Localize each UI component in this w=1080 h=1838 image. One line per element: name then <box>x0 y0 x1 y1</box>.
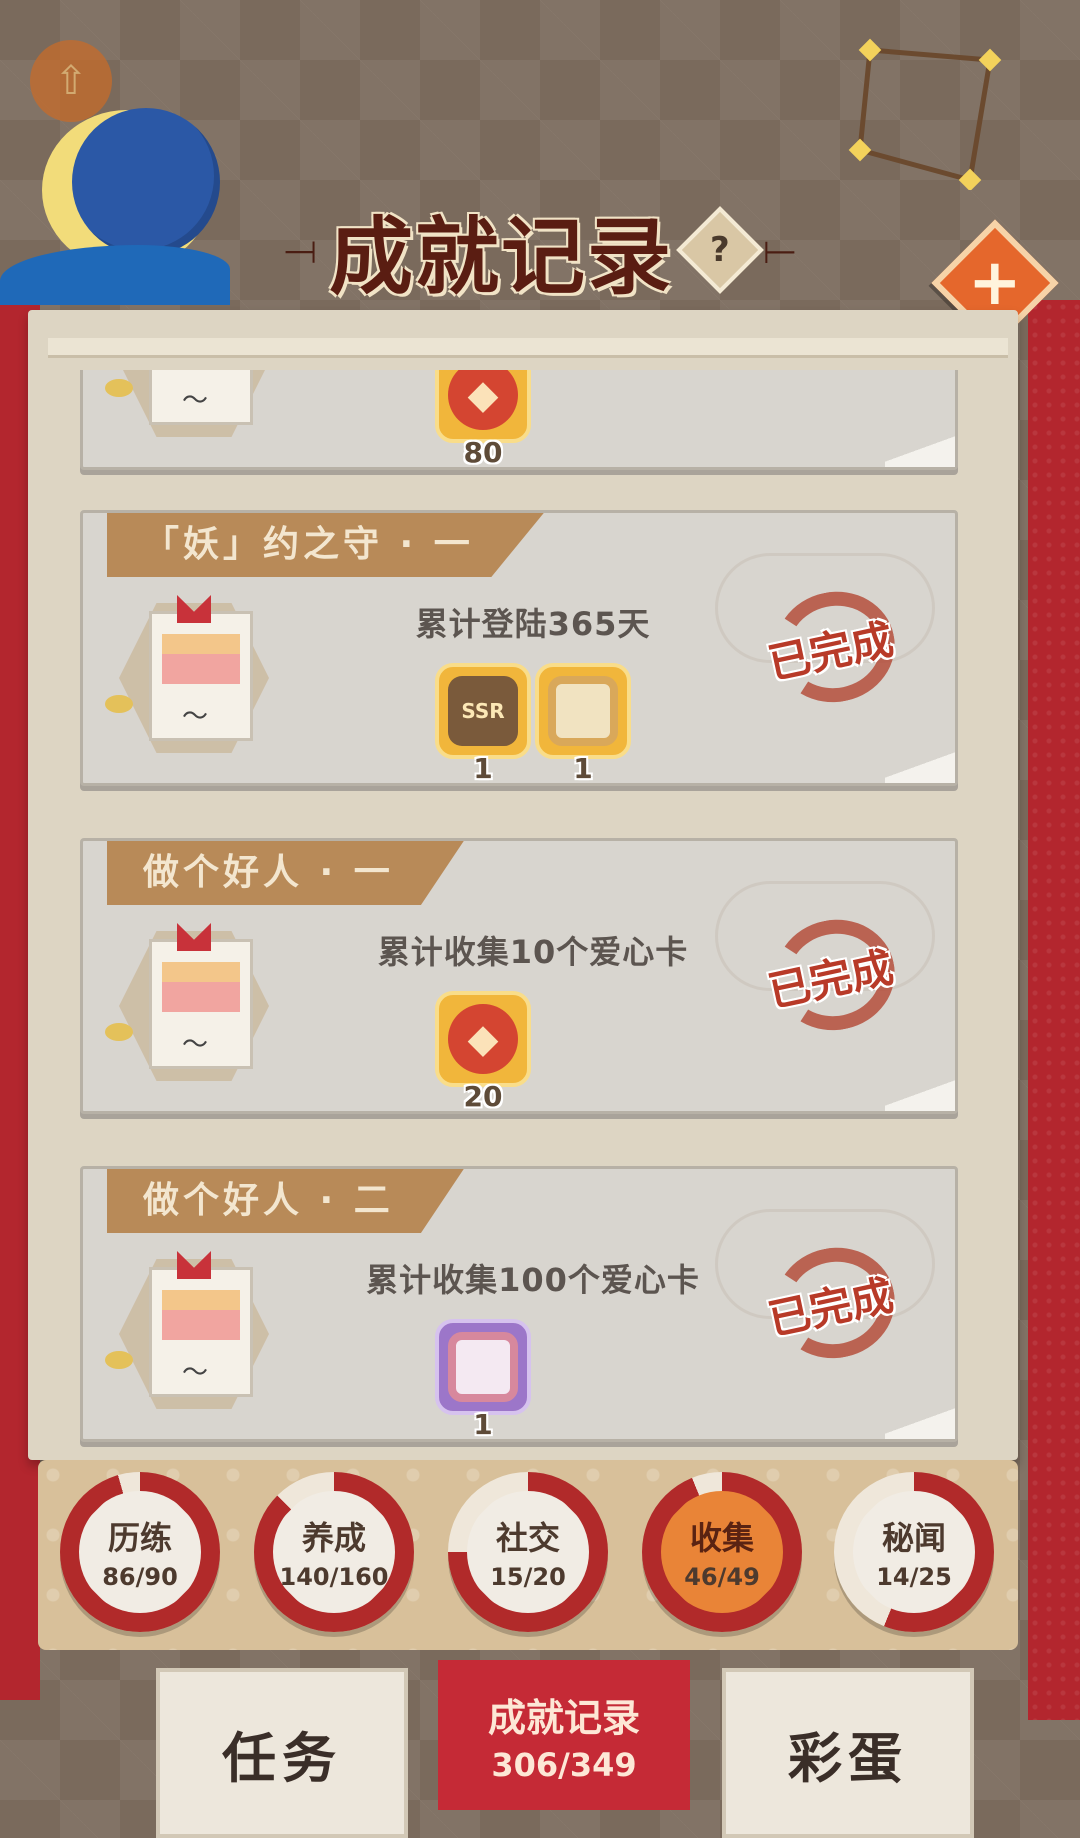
scroll-icon <box>105 1239 269 1419</box>
tab-label: 成就记录 <box>487 1695 640 1740</box>
tab-achievements[interactable]: 成就记录 306/349 <box>438 1660 690 1810</box>
tab-label: 任务 <box>222 1725 342 1790</box>
scroll-icon <box>105 370 269 447</box>
reward-item[interactable]: 1 <box>435 1319 531 1441</box>
reward-item[interactable]: ◆ 20 <box>435 991 531 1113</box>
category-count: 15/20 <box>490 1563 566 1591</box>
tab-count: 306/349 <box>491 1745 637 1784</box>
tab-label: 彩蛋 <box>788 1725 908 1790</box>
reward-count: 1 <box>573 752 593 785</box>
achievement-title: 「妖」约之守 · 一 <box>107 513 544 577</box>
reward-count: 1 <box>473 752 493 785</box>
moon-decoration <box>0 100 230 305</box>
close-icon: + <box>968 246 1022 320</box>
title-left-arrow-icon: ⟞ <box>283 227 317 273</box>
title-bar: ⟞ 成就记录 ? ⟝ <box>200 190 880 310</box>
achievement-card: 做个好人 · 一 累计收集10个爱心卡 ◆ 20 已完成 <box>80 838 958 1114</box>
reward-item[interactable]: ◆ 80 <box>435 370 531 469</box>
category-name: 历练 <box>107 1519 172 1557</box>
reward-count: 1 <box>473 1408 493 1441</box>
constellation-icon <box>848 38 1002 190</box>
category-secrets[interactable]: 秘闻 14/25 <box>834 1472 994 1632</box>
category-training[interactable]: 历练 86/90 <box>60 1472 220 1632</box>
category-name: 秘闻 <box>881 1519 946 1557</box>
category-name: 社交 <box>495 1519 560 1557</box>
heart-coin-icon: ◆ <box>448 1004 518 1074</box>
achievement-card: 做个好人 · 二 累计收集100个爱心卡 1 已完成 <box>80 1166 958 1442</box>
achievement-description: 累计收集100个爱心卡 <box>366 1261 700 1299</box>
page-title: 成就记录 <box>328 206 673 306</box>
scroll-icon <box>105 911 269 1091</box>
achievement-description: 累计登陆365天 <box>415 605 651 643</box>
scroll-icon <box>105 583 269 763</box>
reward-count: 80 <box>463 436 503 469</box>
help-button[interactable]: ? <box>676 206 764 294</box>
tab-easter-eggs[interactable]: 彩蛋 <box>722 1668 974 1838</box>
category-cultivation[interactable]: 养成 140/160 <box>254 1472 414 1632</box>
gold-avatar-frame-icon <box>548 676 618 746</box>
category-name: 养成 <box>301 1519 366 1557</box>
category-count: 140/160 <box>279 1563 389 1591</box>
title-right-arrow-icon: ⟝ <box>763 227 797 273</box>
reward-item[interactable]: 1 <box>535 663 631 785</box>
achievement-list[interactable]: ◆ 80 「妖」约之守 · 一 累计登陆365天 SSR 1 1 已完成 做个好… <box>80 370 964 1460</box>
achievement-title: 做个好人 · 二 <box>107 1169 464 1233</box>
panel-top-edge <box>48 338 1008 358</box>
achievement-card: ◆ 80 <box>80 370 958 470</box>
category-count: 14/25 <box>876 1563 952 1591</box>
achievement-description: 累计收集10个爱心卡 <box>377 933 689 971</box>
category-count: 86/90 <box>102 1563 178 1591</box>
heart-coin-icon: ◆ <box>448 370 518 430</box>
category-name: 收集 <box>689 1519 754 1557</box>
achievement-card: 「妖」约之守 · 一 累计登陆365天 SSR 1 1 已完成 <box>80 510 958 786</box>
tab-tasks[interactable]: 任务 <box>156 1668 408 1838</box>
ssr-shikigami-icon: SSR <box>448 676 518 746</box>
reward-count: 20 <box>463 1080 503 1113</box>
category-count: 46/49 <box>684 1563 760 1591</box>
purple-avatar-frame-icon <box>448 1332 518 1402</box>
achievement-title: 做个好人 · 一 <box>107 841 464 905</box>
category-collection[interactable]: 收集 46/49 <box>642 1472 802 1632</box>
reward-item[interactable]: SSR 1 <box>435 663 531 785</box>
right-red-border <box>1028 300 1080 1720</box>
question-icon: ? <box>710 229 730 270</box>
category-social[interactable]: 社交 15/20 <box>448 1472 608 1632</box>
